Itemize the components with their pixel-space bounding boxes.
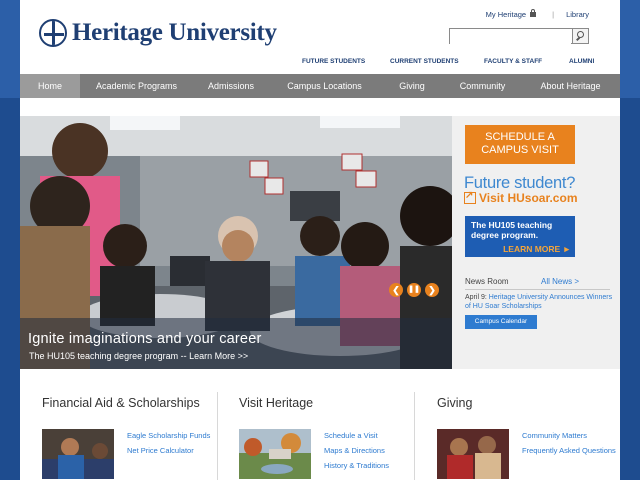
news-divider xyxy=(465,289,610,290)
giving-illustration xyxy=(437,429,509,479)
nav-item-giving[interactable]: Giving xyxy=(380,74,444,98)
visit-heritage-illustration xyxy=(239,429,311,479)
column-links: Eagle Scholarship Funds Net Price Calcul… xyxy=(127,430,227,460)
link-eagle-scholarship-funds[interactable]: Eagle Scholarship Funds xyxy=(127,430,227,442)
audience-link-alumni[interactable]: ALUMNI xyxy=(569,58,594,65)
left-edge-band xyxy=(0,0,20,98)
financial-aid-photo[interactable] xyxy=(42,429,114,479)
giving-photo[interactable] xyxy=(437,429,509,479)
nav-item-home[interactable]: Home xyxy=(20,74,80,98)
promo-text: The HU105 teaching degree program. xyxy=(471,220,552,240)
campus-calendar-button[interactable]: Campus Calendar xyxy=(465,315,537,329)
link-community-matters[interactable]: Community Matters xyxy=(522,430,622,442)
hu105-promo-banner[interactable]: The HU105 teaching degree program. LEARN… xyxy=(465,216,575,257)
slider-prev-button[interactable]: ❮ xyxy=(389,283,403,297)
husoar-link-label: Visit HUsoar.com xyxy=(479,191,578,205)
page-container: Heritage University My Heritage | Librar… xyxy=(20,0,620,480)
column-links: Community Matters Frequently Asked Quest… xyxy=(522,430,622,460)
column-title[interactable]: Giving xyxy=(437,396,472,410)
search-input[interactable] xyxy=(450,32,571,47)
nav-item-academic-programs[interactable]: Academic Programs xyxy=(80,74,193,98)
promo-line2: degree program. xyxy=(471,230,539,240)
external-link-icon xyxy=(464,190,476,204)
column-links: Schedule a Visit Maps & Directions Histo… xyxy=(324,430,424,475)
all-news-link[interactable]: All News > xyxy=(541,277,579,286)
column-divider xyxy=(217,392,218,480)
hero-title[interactable]: Ignite imaginations and your career xyxy=(28,331,262,347)
audience-link-future-students[interactable]: FUTURE STUDENTS xyxy=(302,58,365,65)
schedule-label-line2: CAMPUS VISIT xyxy=(481,143,559,156)
nav-item-community[interactable]: Community xyxy=(444,74,521,98)
link-net-price-calculator[interactable]: Net Price Calculator xyxy=(127,445,227,457)
visit-heritage-photo[interactable] xyxy=(239,429,311,479)
news-item[interactable]: April 9: Heritage University Announces W… xyxy=(465,293,615,311)
link-history-traditions[interactable]: History & Traditions xyxy=(324,460,424,472)
promo-learn-more: LEARN MORE ► xyxy=(503,244,571,254)
link-maps-directions[interactable]: Maps & Directions xyxy=(324,445,424,457)
column-title[interactable]: Financial Aid & Scholarships xyxy=(42,396,200,410)
hero-sidebar: SCHEDULE A CAMPUS VISIT Future student? … xyxy=(452,116,620,369)
search-box xyxy=(449,28,589,47)
main-nav: Home Academic Programs Admissions Campus… xyxy=(20,74,620,98)
husoar-link[interactable]: Visit HUsoar.com xyxy=(464,190,578,205)
news-room-heading: News Room xyxy=(465,277,509,286)
news-headline: Heritage University Announces Winners of… xyxy=(465,294,613,310)
slider-next-button[interactable]: ❯ xyxy=(425,283,439,297)
slider-pause-button[interactable]: ❚❚ xyxy=(407,283,421,297)
logo-text: Heritage University xyxy=(72,19,277,46)
audience-link-faculty-staff[interactable]: FACULTY & STAFF xyxy=(484,58,542,65)
utility-links: My Heritage | Library xyxy=(486,9,589,19)
library-link[interactable]: Library xyxy=(566,10,589,19)
logo-emblem-icon xyxy=(39,19,67,47)
nav-item-about-heritage[interactable]: About Heritage xyxy=(521,74,620,98)
my-heritage-link[interactable]: My Heritage xyxy=(486,10,526,19)
utility-separator: | xyxy=(552,10,555,19)
column-divider xyxy=(414,392,415,480)
audience-link-current-students[interactable]: CURRENT STUDENTS xyxy=(390,58,459,65)
university-logo[interactable]: Heritage University xyxy=(39,19,277,47)
search-button[interactable] xyxy=(572,29,588,43)
schedule-label-line1: SCHEDULE A xyxy=(485,131,555,143)
hero-learn-more-link[interactable]: The HU105 teaching degree program -- Lea… xyxy=(29,351,248,361)
financial-aid-illustration xyxy=(42,429,114,479)
right-edge-band xyxy=(620,0,640,98)
nav-item-admissions[interactable]: Admissions xyxy=(193,74,269,98)
column-title[interactable]: Visit Heritage xyxy=(239,396,313,410)
column-visit-heritage: Visit Heritage Schedule a Visit Maps & D… xyxy=(239,388,419,480)
lock-icon xyxy=(530,9,537,17)
column-financial-aid: Financial Aid & Scholarships Eagle Schol… xyxy=(42,388,222,480)
search-icon-handle xyxy=(576,36,580,41)
link-frequently-asked-questions[interactable]: Frequently Asked Questions xyxy=(522,445,622,457)
news-date: April 9: xyxy=(465,294,487,301)
promo-line1: The HU105 teaching xyxy=(471,220,553,230)
link-schedule-a-visit[interactable]: Schedule a Visit xyxy=(324,430,424,442)
schedule-campus-visit-button[interactable]: SCHEDULE A CAMPUS VISIT xyxy=(465,125,575,164)
nav-item-campus-locations[interactable]: Campus Locations xyxy=(269,74,380,98)
column-giving: Giving Community Matters Frequently Aske… xyxy=(437,388,617,480)
